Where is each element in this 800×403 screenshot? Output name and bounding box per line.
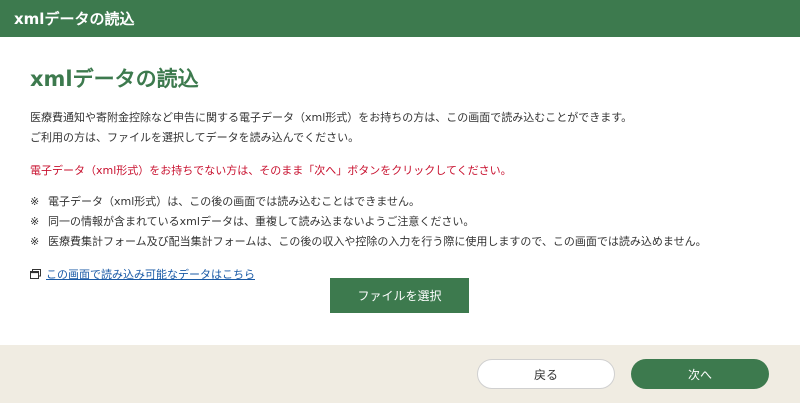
note-text: 同一の情報が含まれているxmlデータは、重複して読み込まないようご注意ください。 bbox=[48, 215, 475, 228]
note-mark: ※ bbox=[30, 195, 40, 208]
notes-list: ※ 電子データ（xml形式）は、この後の画面では読み込むことはできません。 ※ … bbox=[30, 192, 770, 252]
next-button[interactable]: 次へ bbox=[631, 359, 769, 389]
top-header-bar: xmlデータの読込 bbox=[0, 0, 800, 37]
note-mark: ※ bbox=[30, 235, 40, 248]
note-text: 医療費集計フォーム及び配当集計フォームは、この後の収入や控除の入力を行う際に使用… bbox=[48, 235, 707, 248]
description-line: 医療費通知や寄附金控除など申告に関する電子データ（xml形式）をお持ちの方は、こ… bbox=[30, 111, 633, 124]
page-title: xmlデータの読込 bbox=[30, 67, 199, 91]
note-text: 電子データ（xml形式）は、この後の画面では読み込むことはできません。 bbox=[48, 195, 420, 208]
description: 医療費通知や寄附金控除など申告に関する電子データ（xml形式）をお持ちの方は、こ… bbox=[30, 108, 770, 148]
back-button[interactable]: 戻る bbox=[477, 359, 615, 389]
main-content: xmlデータの読込 医療費通知や寄附金控除など申告に関する電子データ（xml形式… bbox=[30, 66, 770, 282]
external-window-icon bbox=[30, 269, 41, 279]
note-mark: ※ bbox=[30, 215, 40, 228]
select-file-button[interactable]: ファイルを選択 bbox=[330, 278, 469, 313]
note-item: ※ 同一の情報が含まれているxmlデータは、重複して読み込まないようご注意くださ… bbox=[30, 212, 770, 232]
available-data-link[interactable]: この画面で読み込み可能なデータはこちら bbox=[46, 266, 255, 282]
warning-message: 電子データ（xml形式）をお持ちでない方は、そのまま「次へ」ボタンをクリックして… bbox=[30, 164, 512, 177]
header-title: xmlデータの読込 bbox=[14, 10, 135, 28]
footer-bar: 戻る 次へ bbox=[0, 345, 800, 403]
description-line: ご利用の方は、ファイルを選択してデータを読み込んでください。 bbox=[30, 131, 360, 144]
note-item: ※ 電子データ（xml形式）は、この後の画面では読み込むことはできません。 bbox=[30, 192, 770, 212]
note-item: ※ 医療費集計フォーム及び配当集計フォームは、この後の収入や控除の入力を行う際に… bbox=[30, 232, 770, 252]
